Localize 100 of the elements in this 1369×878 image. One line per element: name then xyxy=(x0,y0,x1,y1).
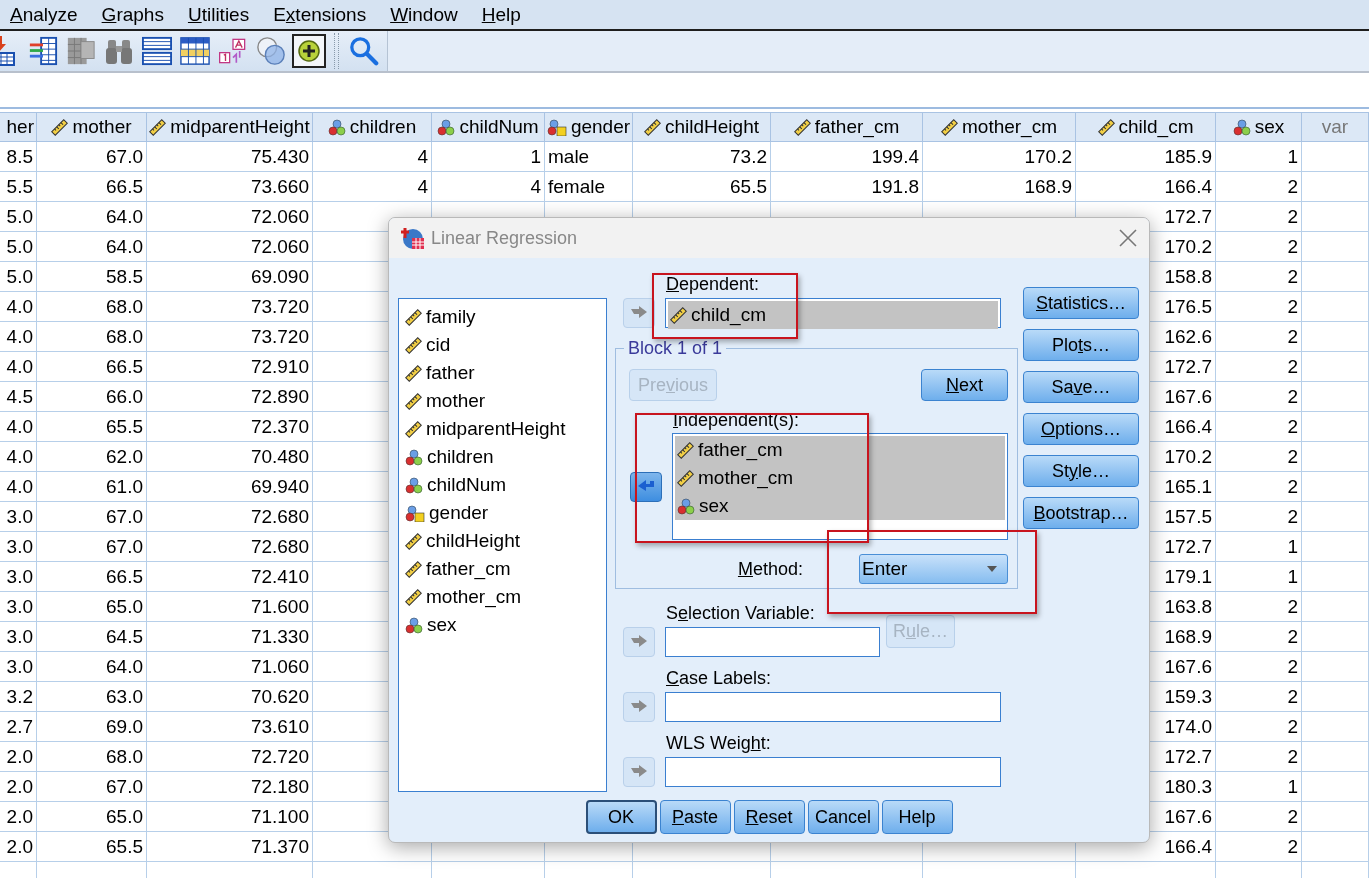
menu-item[interactable]: Utilities xyxy=(187,3,274,26)
column-header[interactable]: childNum xyxy=(432,112,545,142)
menu-item[interactable]: Graphs xyxy=(101,3,188,26)
table-cell: 69.090 xyxy=(147,262,313,292)
variable-name: cid xyxy=(426,334,451,356)
variable-item[interactable]: father_cm xyxy=(403,555,606,583)
table-cell: 8.5 xyxy=(0,142,37,172)
variable-item[interactable]: children xyxy=(403,443,606,471)
column-name: mother_cm xyxy=(962,116,1057,138)
table-cell: 71.100 xyxy=(147,802,313,832)
next-button[interactable]: Next xyxy=(921,369,1008,401)
dialog-title: Linear Regression xyxy=(431,227,579,249)
field-label: Method: xyxy=(737,559,803,579)
variable-item[interactable]: sex xyxy=(403,611,606,639)
table-cell: 3.0 xyxy=(0,502,37,532)
table-cell: 61.0 xyxy=(37,472,147,502)
table-cell: 4 xyxy=(313,172,432,202)
table-cell: 64.0 xyxy=(37,232,147,262)
column-header[interactable]: childHeight xyxy=(633,112,771,142)
variable-item[interactable]: father_cm xyxy=(675,436,1005,464)
column-header[interactable]: mother xyxy=(37,112,147,142)
table-cell: 67.0 xyxy=(37,532,147,562)
table-cell: 73.660 xyxy=(147,172,313,202)
table-cell: 72.910 xyxy=(147,352,313,382)
menu-item[interactable]: Analyze xyxy=(10,3,102,26)
table-cell: 2.0 xyxy=(0,772,37,802)
dialog-button[interactable]: Plots… xyxy=(1023,329,1139,361)
column-header[interactable]: var xyxy=(1302,112,1369,142)
table-cell: 72.180 xyxy=(147,772,313,802)
variable-name: childHeight xyxy=(426,530,520,552)
table-cell: 4.0 xyxy=(0,322,37,352)
dialog-button[interactable]: Paste xyxy=(659,800,731,834)
table-cell: 64.0 xyxy=(37,652,147,682)
table-cell: 2 xyxy=(1216,442,1302,472)
field-label: Selection Variable: xyxy=(666,603,815,623)
variable-name: father xyxy=(426,362,475,384)
table-cell: 2 xyxy=(1216,232,1302,262)
table-cell: 185.9 xyxy=(1076,142,1216,172)
variable-item[interactable]: mother xyxy=(403,387,606,415)
variable-name: childNum xyxy=(427,474,507,496)
variable-item[interactable]: gender xyxy=(403,499,606,527)
dialog-button[interactable]: Cancel xyxy=(807,800,879,834)
table-cell: 4.0 xyxy=(0,472,37,502)
dialog-button[interactable]: OK xyxy=(585,800,657,834)
dialog-button[interactable]: Save… xyxy=(1023,371,1139,403)
table-cell: 66.5 xyxy=(37,172,147,202)
dialog-button[interactable]: Reset xyxy=(733,800,805,834)
table-cell: 72.370 xyxy=(147,412,313,442)
table-cell: 68.0 xyxy=(37,742,147,772)
column-header[interactable]: father_cm xyxy=(771,112,923,142)
column-header[interactable]: children xyxy=(313,112,432,142)
variable-item[interactable]: childNum xyxy=(403,471,606,499)
variable-list[interactable]: family cid father mother midparentHeight children childNum gender childHeight father_cm mother_cm sex xyxy=(398,298,607,792)
variable-name: father_cm xyxy=(426,558,511,580)
variable-name: mother xyxy=(426,390,486,412)
menu-item[interactable]: Extensions xyxy=(273,3,391,26)
table-cell: 4.5 xyxy=(0,382,37,412)
column-header[interactable]: gender xyxy=(545,112,633,142)
table-cell: 64.0 xyxy=(37,202,147,232)
column-name: gender xyxy=(570,116,631,138)
table-cell: 2.0 xyxy=(0,742,37,772)
table-cell: 75.430 xyxy=(147,142,313,172)
table-cell: 166.4 xyxy=(1076,172,1216,202)
table-cell: 2 xyxy=(1216,712,1302,742)
variable-item[interactable]: midparentHeight xyxy=(403,415,606,443)
column-header[interactable]: sex xyxy=(1216,112,1302,142)
variable-item[interactable]: cid xyxy=(403,331,606,359)
dialog-button[interactable]: Help xyxy=(881,800,953,834)
dialog-button[interactable]: Statistics… xyxy=(1023,287,1139,319)
table-cell: 1 xyxy=(1216,772,1302,802)
table-cell: 2 xyxy=(1216,682,1302,712)
table-cell: 65.5 xyxy=(37,832,147,862)
variable-item[interactable]: mother_cm xyxy=(403,583,606,611)
table-cell: 4 xyxy=(432,172,545,202)
column-name: childHeight xyxy=(665,116,759,138)
column-header[interactable]: mother_cm xyxy=(923,112,1076,142)
table-cell: 2 xyxy=(1216,352,1302,382)
independents-list[interactable]: father_cm mother_cm sex xyxy=(672,433,1008,540)
method-dropdown[interactable]: Enter xyxy=(859,554,1008,584)
column-header[interactable]: her xyxy=(0,112,37,142)
variable-item[interactable]: father xyxy=(403,359,606,387)
dialog-button[interactable]: Bootstrap… xyxy=(1023,497,1139,529)
menu-item[interactable]: Help xyxy=(481,3,545,26)
variable-item[interactable]: childHeight xyxy=(403,527,606,555)
variable-name: mother_cm xyxy=(426,586,522,608)
menu-item[interactable]: Window xyxy=(390,3,482,26)
variable-item[interactable]: mother_cm xyxy=(675,464,1005,492)
dialog-button[interactable]: Style… xyxy=(1023,455,1139,487)
variable-item[interactable]: sex xyxy=(675,492,1005,520)
dialog-button[interactable]: Options… xyxy=(1023,413,1139,445)
column-name: her xyxy=(6,116,34,138)
variable-item[interactable]: family xyxy=(403,303,606,331)
column-header[interactable]: child_cm xyxy=(1076,112,1216,142)
table-cell: 72.720 xyxy=(147,742,313,772)
table-cell: 72.060 xyxy=(147,202,313,232)
table-cell: 2 xyxy=(1216,802,1302,832)
variable-name: family xyxy=(426,306,476,328)
column-header[interactable]: midparentHeight xyxy=(147,112,313,142)
table-cell: 2 xyxy=(1216,412,1302,442)
table-cell: 2 xyxy=(1216,262,1302,292)
